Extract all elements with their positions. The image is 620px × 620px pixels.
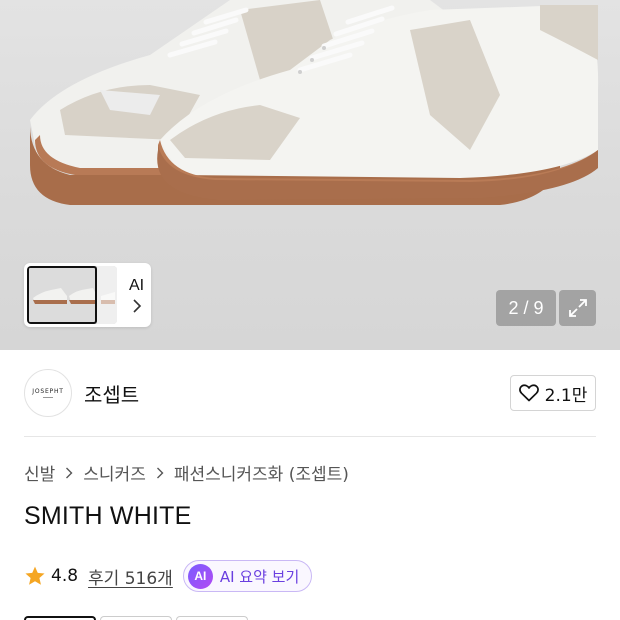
brand-logo-text: JOSEPHT (32, 388, 64, 395)
chevron-right-icon (132, 299, 141, 313)
breadcrumb: 신발 스니커즈 패션스니커즈화 (조셉트) (24, 460, 349, 485)
thumbnail-ai-label: AI (129, 277, 145, 294)
expand-icon (568, 299, 587, 317)
product-image-gallery[interactable]: AI 2 / 9 (0, 0, 620, 350)
tab-item[interactable] (100, 616, 172, 620)
chevron-right-icon (66, 467, 73, 478)
rating-row: 4.8 후기 516개 AI AI 요약 보기 (24, 560, 313, 592)
image-counter: 2 / 9 (496, 290, 556, 326)
review-link[interactable]: 후기 516개 (88, 564, 173, 589)
chevron-right-icon (156, 467, 164, 478)
brand-logo[interactable]: JOSEPHT (24, 369, 72, 417)
ai-badge-icon: AI (187, 563, 213, 589)
ai-summary-button[interactable]: AI AI 요약 보기 (182, 560, 313, 592)
thumbnail-next-fade (97, 266, 117, 324)
brand-logo-line (43, 397, 53, 398)
like-count: 2.1만 (544, 385, 588, 406)
tab-active[interactable] (24, 616, 96, 620)
brand-name[interactable]: 조셉트 (84, 379, 139, 408)
expand-button[interactable] (559, 290, 596, 326)
product-title: SMITH WHITE (24, 502, 192, 530)
breadcrumb-item-fashion-sneakers[interactable]: 패션스니커즈화 (조셉트) (174, 460, 349, 485)
breadcrumb-item-sneakers[interactable]: 스니커즈 (83, 460, 146, 485)
divider (24, 436, 596, 437)
rating-score: 4.8 (51, 566, 79, 586)
brand-row: JOSEPHT 조셉트 2.1만 (24, 367, 596, 419)
heart-icon (518, 384, 539, 402)
tab-item[interactable] (176, 616, 248, 620)
thumbnail-selected-frame (27, 266, 97, 324)
ai-thumbnail-card[interactable]: AI (24, 263, 151, 327)
ai-summary-label: AI 요약 보기 (219, 567, 300, 586)
thumbnail-image[interactable] (27, 266, 117, 324)
breadcrumb-item-shoes[interactable]: 신발 (24, 460, 55, 485)
tab-bar (24, 616, 252, 620)
like-button[interactable]: 2.1만 (510, 375, 596, 411)
star-icon (25, 566, 45, 585)
